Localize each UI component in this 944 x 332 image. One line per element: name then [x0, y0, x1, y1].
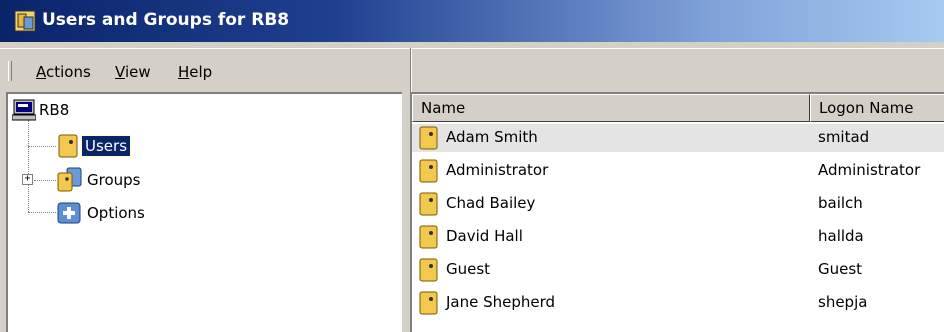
user-icon: [418, 225, 440, 249]
menu-actions-key: A: [36, 63, 46, 81]
table-row[interactable]: Administrator Administrator: [412, 157, 944, 185]
logon-name-cell: smitad: [818, 128, 870, 146]
tree-connector-users: [28, 146, 56, 147]
user-name-cell: Jane Shepherd: [446, 293, 556, 311]
column-header-logon-name[interactable]: Logon Name: [810, 94, 944, 122]
toolbar-grip[interactable]: [8, 61, 12, 81]
user-icon: [418, 126, 440, 150]
tree-node-options-label: Options: [87, 204, 145, 222]
menu-help-label: elp: [189, 63, 213, 81]
group-icon: [57, 167, 82, 192]
tree-root-rb8[interactable]: RB8: [12, 98, 72, 122]
user-icon: [418, 258, 440, 282]
options-icon: [57, 202, 81, 224]
menu-help[interactable]: Help: [178, 63, 212, 81]
user-name-cell: Adam Smith: [446, 128, 538, 146]
groups-expand-icon[interactable]: +: [22, 174, 33, 185]
logon-name-cell: shepja: [818, 293, 868, 311]
table-row[interactable]: David Hall hallda: [412, 223, 944, 251]
tree-node-groups-label: Groups: [87, 171, 141, 189]
users-groups-app-icon[interactable]: [14, 10, 36, 32]
menu-view-key: V: [115, 63, 125, 81]
list-pane[interactable]: Name Logon Name Adam Smith smitad Administ…: [410, 92, 944, 332]
table-row[interactable]: Chad Bailey bailch: [412, 190, 944, 218]
computer-icon: [12, 99, 36, 121]
menu-divider-highlight: [411, 48, 412, 92]
logon-name-cell: hallda: [818, 227, 864, 245]
tree-connector-groups: [34, 180, 56, 181]
tree-node-users-label: Users: [80, 135, 132, 157]
user-folder-icon: [58, 134, 78, 158]
tree-root-label: RB8: [39, 101, 70, 119]
table-row[interactable]: Jane Shepherd shepja: [412, 289, 944, 317]
user-icon: [418, 192, 440, 216]
user-icon: [418, 159, 440, 183]
user-name-cell: Chad Bailey: [446, 194, 536, 212]
column-header-name[interactable]: Name: [412, 94, 810, 122]
menu-actions-label: ctions: [46, 63, 91, 81]
tree-connector-options: [28, 212, 56, 213]
user-name-cell: David Hall: [446, 227, 523, 245]
window-title: Users and Groups for RB8: [42, 10, 290, 30]
title-bar: Users and Groups for RB8: [0, 0, 944, 42]
menu-bar: Actions View Help: [0, 48, 944, 93]
logon-name-cell: Administrator: [818, 161, 921, 179]
tree-node-options[interactable]: Options: [56, 201, 148, 225]
tree-node-groups[interactable]: Groups: [56, 167, 143, 192]
logon-name-cell: bailch: [818, 194, 863, 212]
user-icon: [418, 291, 440, 315]
tree-connector-vertical: [28, 120, 29, 212]
user-name-cell: Administrator: [446, 161, 549, 179]
table-row[interactable]: Guest Guest: [412, 256, 944, 284]
logon-name-cell: Guest: [818, 260, 863, 278]
user-name-cell: Guest: [446, 260, 491, 278]
table-row[interactable]: Adam Smith smitad: [412, 124, 944, 152]
menu-view[interactable]: View: [115, 63, 151, 81]
menu-actions[interactable]: Actions: [36, 63, 91, 81]
menu-help-key: H: [178, 63, 190, 81]
tree-pane[interactable]: + RB8 Users Groups Options: [6, 92, 402, 332]
tree-node-users[interactable]: Users: [56, 134, 132, 158]
menu-view-label: iew: [124, 63, 151, 81]
